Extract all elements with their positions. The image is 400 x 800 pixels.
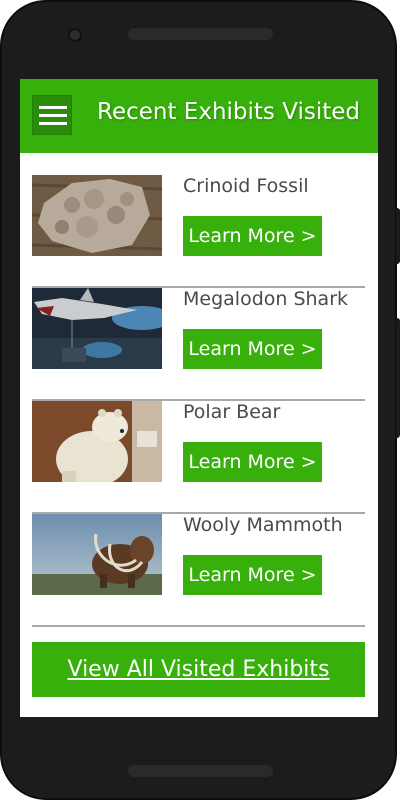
- exhibit-thumbnail-crinoid-fossil[interactable]: [32, 175, 162, 256]
- front-camera: [68, 28, 82, 42]
- learn-more-button[interactable]: Learn More >: [183, 442, 322, 482]
- earpiece-speaker: [128, 28, 273, 40]
- phone-frame: Recent Exhibits Visited Crinoid Fossil L…: [0, 0, 397, 800]
- list-item: Wooly Mammoth Learn More >: [32, 514, 365, 627]
- volume-button: [396, 318, 400, 438]
- exhibit-name: Megalodon Shark: [183, 288, 349, 310]
- page-title: Recent Exhibits Visited: [97, 99, 360, 125]
- list-item: Crinoid Fossil Learn More >: [32, 175, 365, 288]
- app-screen: Recent Exhibits Visited Crinoid Fossil L…: [20, 79, 378, 717]
- list-item: Megalodon Shark Learn More >: [32, 288, 365, 401]
- list-item: Polar Bear Learn More >: [32, 401, 365, 514]
- bottom-speaker: [128, 765, 273, 777]
- power-button: [396, 208, 400, 264]
- app-bar: Recent Exhibits Visited: [20, 79, 378, 153]
- hamburger-menu-icon[interactable]: [32, 95, 72, 135]
- learn-more-button[interactable]: Learn More >: [183, 216, 322, 256]
- exhibit-thumbnail-wooly-mammoth[interactable]: [32, 514, 162, 595]
- view-all-exhibits-button[interactable]: View All Visited Exhibits: [32, 642, 365, 697]
- exhibit-thumbnail-megalodon-shark[interactable]: [32, 288, 162, 369]
- learn-more-button[interactable]: Learn More >: [183, 329, 322, 369]
- exhibit-thumbnail-polar-bear[interactable]: [32, 401, 162, 482]
- exhibit-name: Wooly Mammoth: [183, 514, 343, 536]
- exhibit-list: Crinoid Fossil Learn More > Megalodon Sh…: [32, 175, 365, 627]
- learn-more-button[interactable]: Learn More >: [183, 555, 322, 595]
- exhibit-name: Crinoid Fossil: [183, 175, 309, 197]
- exhibit-name: Polar Bear: [183, 401, 281, 423]
